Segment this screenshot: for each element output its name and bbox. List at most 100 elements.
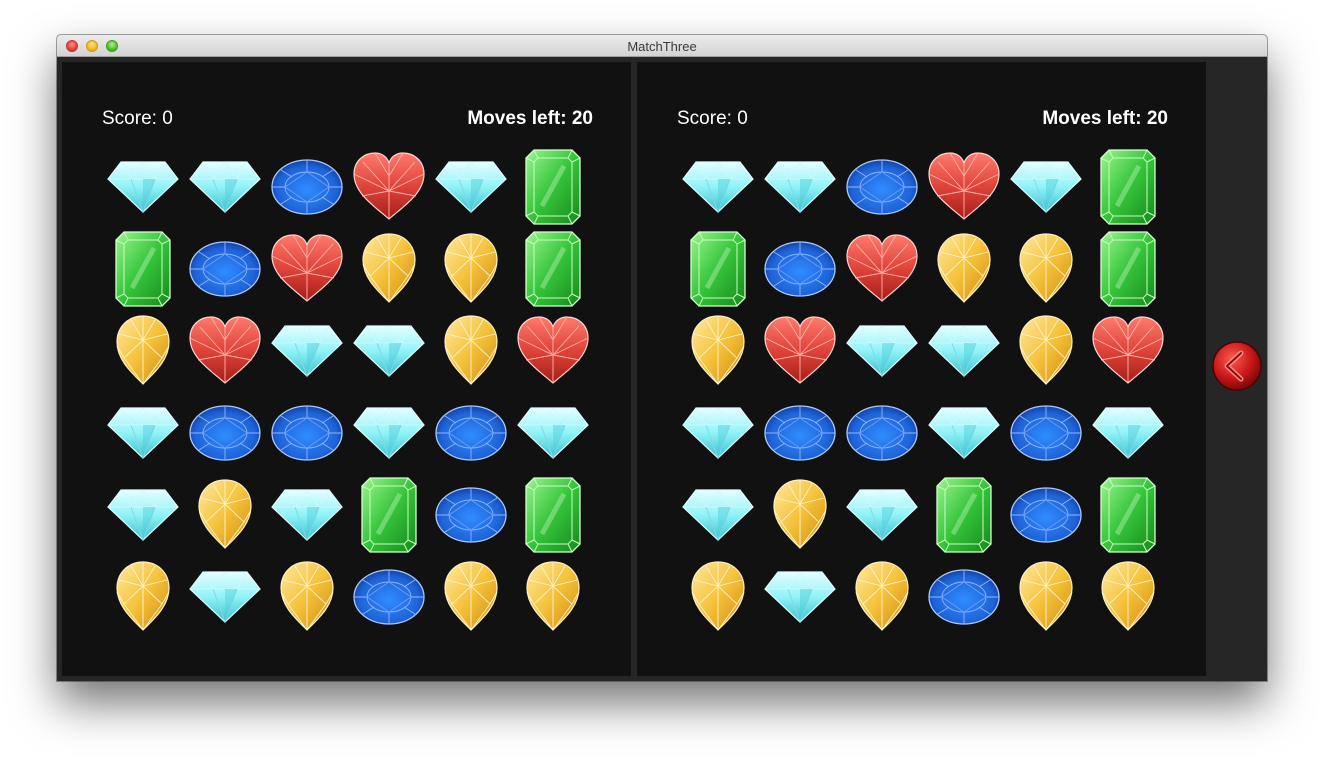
gem-diamond[interactable] xyxy=(266,310,348,392)
title-bar: MatchThree xyxy=(57,35,1267,57)
gem-sapphire[interactable] xyxy=(430,392,512,474)
emerald-gem-icon xyxy=(525,149,581,225)
gem-diamond[interactable] xyxy=(1087,392,1169,474)
diamond-gem-icon xyxy=(682,407,754,460)
diamond-gem-icon xyxy=(435,161,507,214)
gem-topaz[interactable] xyxy=(759,474,841,556)
gem-emerald[interactable] xyxy=(923,474,1005,556)
gem-topaz[interactable] xyxy=(841,556,923,638)
gem-sapphire[interactable] xyxy=(841,392,923,474)
gem-diamond[interactable] xyxy=(102,474,184,556)
gem-topaz[interactable] xyxy=(348,228,430,310)
sapphire-gem-icon xyxy=(1010,405,1082,461)
gem-emerald[interactable] xyxy=(512,146,594,228)
ruby-gem-icon xyxy=(517,316,589,384)
gem-diamond[interactable] xyxy=(348,310,430,392)
gem-diamond[interactable] xyxy=(841,474,923,556)
gem-diamond[interactable] xyxy=(923,392,1005,474)
gem-diamond[interactable] xyxy=(430,146,512,228)
gem-diamond[interactable] xyxy=(677,474,759,556)
gem-emerald[interactable] xyxy=(512,228,594,310)
gem-topaz[interactable] xyxy=(1005,556,1087,638)
topaz-gem-icon xyxy=(855,561,909,631)
gem-diamond[interactable] xyxy=(841,310,923,392)
gem-topaz[interactable] xyxy=(1087,556,1169,638)
gem-ruby[interactable] xyxy=(512,310,594,392)
gem-ruby[interactable] xyxy=(759,310,841,392)
gem-ruby[interactable] xyxy=(266,228,348,310)
gem-topaz[interactable] xyxy=(184,474,266,556)
topaz-gem-icon xyxy=(691,561,745,631)
gem-emerald[interactable] xyxy=(348,474,430,556)
diamond-gem-icon xyxy=(846,489,918,542)
gem-topaz[interactable] xyxy=(677,310,759,392)
topaz-gem-icon xyxy=(691,315,745,385)
gem-sapphire[interactable] xyxy=(184,228,266,310)
back-button[interactable] xyxy=(1211,340,1263,392)
gem-grid xyxy=(677,146,1169,638)
diamond-gem-icon xyxy=(764,161,836,214)
moves-left-label: Moves left: 20 xyxy=(467,108,593,129)
emerald-gem-icon xyxy=(1100,477,1156,553)
gem-sapphire[interactable] xyxy=(1005,392,1087,474)
gem-ruby[interactable] xyxy=(841,228,923,310)
gem-sapphire[interactable] xyxy=(266,392,348,474)
gem-topaz[interactable] xyxy=(512,556,594,638)
gem-ruby[interactable] xyxy=(923,146,1005,228)
gem-diamond[interactable] xyxy=(1005,146,1087,228)
gem-diamond[interactable] xyxy=(184,146,266,228)
gem-topaz[interactable] xyxy=(430,228,512,310)
gem-topaz[interactable] xyxy=(430,556,512,638)
gem-emerald[interactable] xyxy=(1087,474,1169,556)
gem-diamond[interactable] xyxy=(759,146,841,228)
gem-topaz[interactable] xyxy=(1005,228,1087,310)
diamond-gem-icon xyxy=(271,489,343,542)
ruby-gem-icon xyxy=(928,152,1000,220)
gem-topaz[interactable] xyxy=(102,310,184,392)
gem-sapphire[interactable] xyxy=(841,146,923,228)
gem-topaz[interactable] xyxy=(266,556,348,638)
gem-diamond[interactable] xyxy=(512,392,594,474)
gem-diamond[interactable] xyxy=(923,310,1005,392)
topaz-gem-icon xyxy=(444,315,498,385)
gem-topaz[interactable] xyxy=(1005,310,1087,392)
emerald-gem-icon xyxy=(115,231,171,307)
gem-diamond[interactable] xyxy=(677,146,759,228)
player-board-2: Score: 0 Moves left: 20 xyxy=(637,62,1206,676)
ruby-gem-icon xyxy=(1092,316,1164,384)
gem-emerald[interactable] xyxy=(1087,228,1169,310)
gem-diamond[interactable] xyxy=(184,556,266,638)
gem-sapphire[interactable] xyxy=(759,392,841,474)
gem-diamond[interactable] xyxy=(102,392,184,474)
gem-emerald[interactable] xyxy=(1087,146,1169,228)
gem-diamond[interactable] xyxy=(348,392,430,474)
gem-sapphire[interactable] xyxy=(923,556,1005,638)
gem-topaz[interactable] xyxy=(677,556,759,638)
gem-diamond[interactable] xyxy=(677,392,759,474)
gem-sapphire[interactable] xyxy=(266,146,348,228)
gem-diamond[interactable] xyxy=(102,146,184,228)
ruby-gem-icon xyxy=(189,316,261,384)
gem-emerald[interactable] xyxy=(512,474,594,556)
diamond-gem-icon xyxy=(189,571,261,624)
gem-sapphire[interactable] xyxy=(1005,474,1087,556)
gem-ruby[interactable] xyxy=(1087,310,1169,392)
gem-sapphire[interactable] xyxy=(184,392,266,474)
gem-ruby[interactable] xyxy=(348,146,430,228)
gem-ruby[interactable] xyxy=(184,310,266,392)
gem-topaz[interactable] xyxy=(923,228,1005,310)
emerald-gem-icon xyxy=(361,477,417,553)
gem-emerald[interactable] xyxy=(677,228,759,310)
ruby-gem-icon xyxy=(271,234,343,302)
topaz-gem-icon xyxy=(1019,561,1073,631)
gem-sapphire[interactable] xyxy=(430,474,512,556)
diamond-gem-icon xyxy=(764,571,836,624)
topaz-gem-icon xyxy=(937,233,991,303)
gem-diamond[interactable] xyxy=(759,556,841,638)
gem-emerald[interactable] xyxy=(102,228,184,310)
gem-diamond[interactable] xyxy=(266,474,348,556)
gem-sapphire[interactable] xyxy=(348,556,430,638)
gem-topaz[interactable] xyxy=(102,556,184,638)
gem-sapphire[interactable] xyxy=(759,228,841,310)
gem-topaz[interactable] xyxy=(430,310,512,392)
